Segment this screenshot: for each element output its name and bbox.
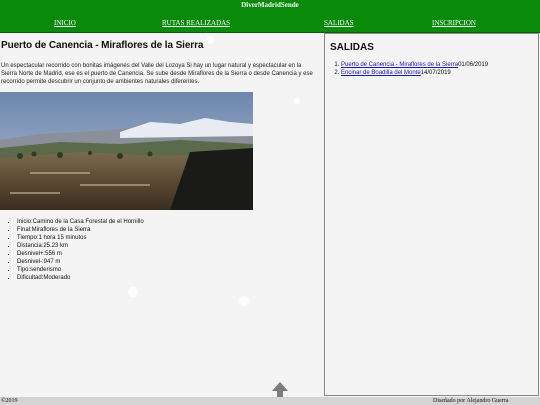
detail-distancia: Distancia:25.23 km	[17, 242, 144, 250]
salidas-sidebar: SALIDAS Puerto de Canencia - Miraflores …	[324, 33, 539, 396]
route-description: Un espectacular recorrido con bonitas im…	[1, 63, 313, 85]
designer-credit: Diseñado por Alejandro Guerra	[433, 398, 509, 404]
route-content: Puerto de Canencia - Miraflores de la Si…	[0, 34, 322, 394]
detail-final: Final:Miraflores de la Sierra	[17, 226, 144, 234]
detail-desnivel-positivo: Desnivel+:556 m	[17, 250, 144, 258]
copyright: ©2019	[1, 398, 18, 404]
sidebar-title: SALIDAS	[330, 42, 374, 53]
nav-link-salidas[interactable]: SALIDAS	[324, 20, 354, 27]
salida-link[interactable]: Encinar de Boadilla del Monte	[341, 70, 421, 76]
detail-dificultad: Dificultad:Moderado	[17, 274, 144, 282]
site-header: DiverMadridSende	[0, 0, 540, 20]
list-item: Puerto de Canencia - Miraflores de la Si…	[341, 61, 488, 69]
detail-tiempo: Tiempo:1 hora 15 minutos	[17, 234, 144, 242]
landscape-image	[0, 92, 253, 210]
main-nav: INICIO RUTAS REALIZADAS SALIDAS INSCRIPC…	[0, 20, 540, 33]
nav-link-rutas[interactable]: RUTAS REALIZADAS	[162, 20, 230, 27]
detail-tipo: Tipo:senderismo	[17, 266, 144, 274]
route-title: Puerto de Canencia - Miraflores de la Si…	[1, 40, 204, 51]
site-footer: ©2019 Diseñado por Alejandro Guerra	[0, 397, 540, 405]
salida-date: 14/07/2019	[420, 70, 451, 76]
salidas-list: Puerto de Canencia - Miraflores de la Si…	[335, 61, 488, 77]
detail-inicio: Inicio:Camino de la Casa Forestal de el …	[17, 218, 144, 226]
route-photo	[0, 92, 253, 210]
site-title: DiverMadridSende	[241, 1, 299, 9]
list-item: Encinar de Boadilla del Monte14/07/2019	[341, 69, 488, 77]
nav-link-inicio[interactable]: INICIO	[54, 20, 76, 27]
detail-desnivel-negativo: Desnivel-:947 m	[17, 258, 144, 266]
salida-date: 01/06/2019	[458, 62, 489, 68]
nav-link-inscripcion[interactable]: INSCRIPCION	[432, 20, 476, 27]
salida-link[interactable]: Puerto de Canencia - Miraflores de la Si…	[341, 62, 458, 68]
route-details-list: Inicio:Camino de la Casa Forestal de el …	[8, 218, 144, 282]
